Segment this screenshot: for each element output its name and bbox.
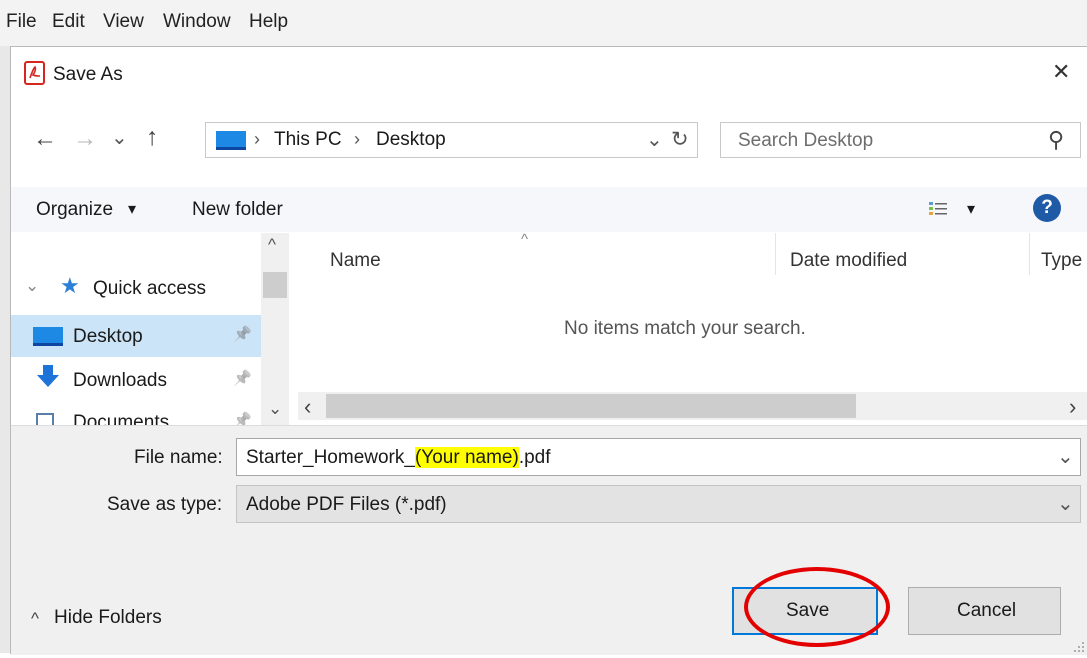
documents-icon bbox=[36, 413, 54, 425]
command-toolbar: Organize ▾ New folder ▾ ? bbox=[11, 187, 1087, 232]
save-as-type-dropdown-chevron-icon[interactable]: ⌄ bbox=[1057, 491, 1074, 516]
address-dropdown-chevron-icon[interactable]: ⌄ bbox=[646, 127, 663, 152]
save-as-type-select[interactable]: Adobe PDF Files (*.pdf) ⌄ bbox=[236, 485, 1081, 523]
hide-folders-chevron-icon[interactable]: ^ bbox=[31, 609, 39, 629]
empty-list-message: No items match your search. bbox=[564, 318, 806, 339]
hide-folders-button[interactable]: Hide Folders bbox=[54, 607, 162, 629]
breadcrumb-separator-icon: › bbox=[354, 129, 360, 149]
back-arrow-icon[interactable]: ← bbox=[33, 125, 57, 153]
sidebar-item-documents[interactable]: Documents bbox=[73, 412, 169, 425]
scroll-right-icon[interactable]: › bbox=[1069, 394, 1076, 420]
dialog-title: Save As bbox=[53, 64, 123, 85]
horizontal-scroll-thumb[interactable] bbox=[326, 394, 856, 418]
save-as-dialog: Save As ✕ ← → ⌄ ↑ › This PC › Desktop ⌄ … bbox=[10, 46, 1087, 655]
help-circle-icon[interactable]: ? bbox=[1033, 194, 1061, 222]
file-name-value: Starter_Homework_(Your name).pdf bbox=[246, 447, 551, 468]
app-menubar: File Edit View Window Help bbox=[0, 0, 1087, 46]
save-as-type-label: Save as type: bbox=[107, 494, 223, 515]
column-divider[interactable] bbox=[1029, 233, 1030, 275]
resize-grip-icon[interactable] bbox=[1073, 640, 1085, 652]
recent-locations-chevron-icon[interactable]: ⌄ bbox=[111, 125, 128, 150]
expand-chevron-icon[interactable]: ⌄ bbox=[25, 276, 39, 296]
view-caret-icon[interactable]: ▾ bbox=[967, 199, 975, 219]
your-name-highlight: (Your name) bbox=[414, 447, 519, 468]
file-name-input[interactable]: Starter_Homework_(Your name).pdf ⌄ bbox=[236, 438, 1081, 476]
up-arrow-icon[interactable]: ↑ bbox=[146, 123, 159, 152]
file-name-label: File name: bbox=[134, 447, 223, 468]
sidebar-item-label: Desktop bbox=[73, 326, 143, 347]
menu-help[interactable]: Help bbox=[249, 11, 288, 33]
scroll-left-icon[interactable]: ‹ bbox=[304, 394, 311, 420]
column-header-date-modified[interactable]: Date modified bbox=[790, 250, 907, 272]
forward-arrow-icon[interactable]: → bbox=[73, 125, 97, 153]
cancel-button-label: Cancel bbox=[957, 600, 1017, 621]
column-divider[interactable] bbox=[775, 233, 776, 275]
scroll-down-icon[interactable]: ⌄ bbox=[268, 399, 282, 419]
breadcrumb-desktop[interactable]: Desktop bbox=[376, 129, 446, 151]
pin-icon[interactable]: 📌 bbox=[233, 369, 252, 387]
file-name-dropdown-chevron-icon[interactable]: ⌄ bbox=[1057, 444, 1074, 469]
quick-access-item[interactable]: Quick access bbox=[93, 278, 206, 300]
view-options-icon[interactable] bbox=[929, 201, 947, 217]
breadcrumb-this-pc[interactable]: This PC bbox=[274, 129, 342, 151]
search-box[interactable]: Search Desktop ⚲ bbox=[720, 122, 1081, 158]
pdf-app-icon bbox=[24, 61, 45, 85]
sidebar-item-desktop[interactable]: Desktop 📌 bbox=[11, 315, 261, 357]
annotation-red-circle bbox=[744, 567, 890, 647]
new-folder-button[interactable]: New folder bbox=[192, 199, 283, 221]
star-icon: ★ bbox=[60, 273, 80, 298]
scroll-up-icon[interactable]: ^ bbox=[268, 235, 276, 255]
breadcrumb-separator-icon: › bbox=[254, 129, 260, 149]
pin-icon[interactable]: 📌 bbox=[233, 411, 252, 425]
search-placeholder: Search Desktop bbox=[738, 130, 874, 151]
navpane-vertical-scrollbar[interactable] bbox=[261, 233, 289, 425]
menu-file[interactable]: File bbox=[6, 11, 37, 33]
organize-button[interactable]: Organize bbox=[36, 199, 113, 221]
organize-caret-icon[interactable]: ▾ bbox=[128, 199, 136, 219]
menu-window[interactable]: Window bbox=[163, 11, 231, 33]
sidebar-item-downloads[interactable]: Downloads bbox=[73, 370, 167, 392]
search-icon[interactable]: ⚲ bbox=[1048, 127, 1064, 153]
menu-view[interactable]: View bbox=[103, 11, 144, 33]
column-header-type[interactable]: Type bbox=[1041, 250, 1082, 272]
save-as-type-value: Adobe PDF Files (*.pdf) bbox=[246, 494, 447, 515]
help-glyph: ? bbox=[1041, 197, 1053, 218]
close-icon[interactable]: ✕ bbox=[1052, 59, 1070, 85]
desktop-folder-icon bbox=[33, 327, 63, 346]
menu-edit[interactable]: Edit bbox=[52, 11, 85, 33]
column-header-name[interactable]: Name bbox=[330, 250, 381, 272]
pin-icon[interactable]: 📌 bbox=[233, 325, 252, 343]
sort-ascending-icon: ^ bbox=[521, 231, 529, 248]
address-bar[interactable]: › This PC › Desktop ⌄ ↻ bbox=[205, 122, 698, 158]
download-arrow-icon bbox=[36, 365, 60, 389]
sidebar-item-documents-clip: Documents 📌 bbox=[11, 407, 261, 425]
navpane-scroll-thumb[interactable] bbox=[263, 272, 287, 298]
cancel-button[interactable]: Cancel bbox=[908, 587, 1061, 635]
refresh-icon[interactable]: ↻ bbox=[671, 127, 689, 152]
monitor-icon bbox=[216, 131, 246, 150]
